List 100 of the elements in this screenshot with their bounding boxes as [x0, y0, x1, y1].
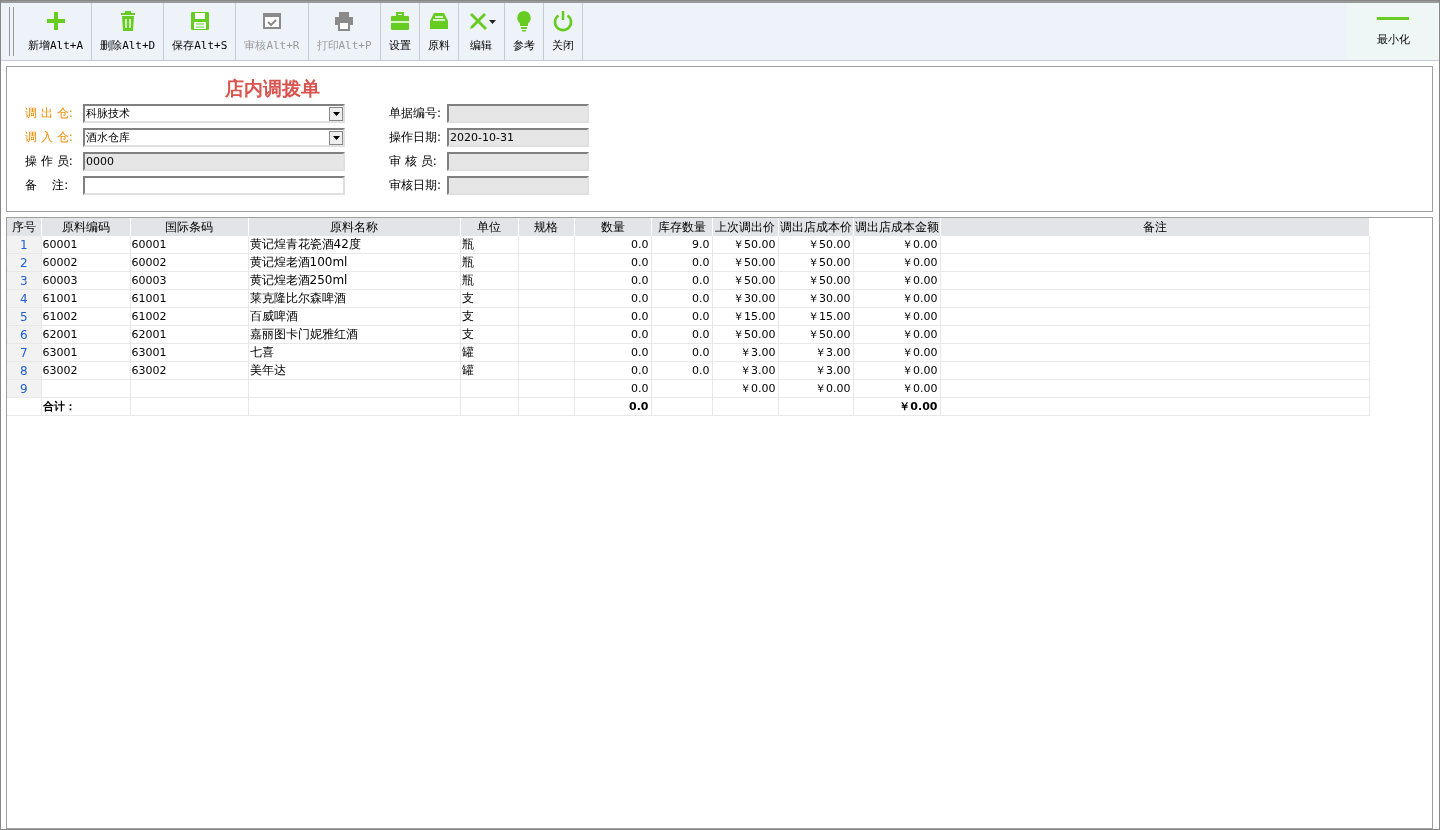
table-cell: ￥0.00: [902, 256, 938, 269]
column-header[interactable]: 调出店成本金额: [853, 218, 940, 236]
toolbar-button[interactable]: 保存Alt+S: [164, 3, 237, 60]
minimize-button[interactable]: 最小化: [1347, 3, 1439, 60]
table-cell: ￥30.00: [733, 292, 776, 305]
total-cell: ￥0.00: [899, 400, 938, 413]
column-header[interactable]: 备注: [940, 218, 1369, 236]
table-cell: 嘉丽图卡门妮雅红酒: [249, 327, 358, 341]
field-label: 审核日期:: [389, 177, 443, 194]
table-cell: 0.0: [631, 256, 649, 269]
table-cell: 七喜: [249, 345, 274, 359]
tray-icon: [427, 10, 450, 32]
power-icon: [551, 10, 574, 32]
column-header[interactable]: 规格: [518, 218, 574, 236]
table-cell: 0.0: [631, 346, 649, 359]
column-header[interactable]: 原料名称: [248, 218, 460, 236]
column-header[interactable]: 上次调出价: [712, 218, 778, 236]
table-cell: 0.0: [631, 382, 649, 395]
table-cell: 0.0: [631, 292, 649, 305]
toolbar-button[interactable]: 参考: [504, 3, 544, 60]
column-header[interactable]: 序号: [7, 218, 41, 236]
table-cell: 0.0: [631, 310, 649, 323]
table-cell: 63002: [131, 364, 167, 377]
toolbar-button[interactable]: 新增Alt+A: [20, 3, 93, 60]
toolbar-button[interactable]: 原料: [419, 3, 459, 60]
table-cell: 62001: [42, 328, 78, 341]
table-cell: 61001: [131, 292, 167, 305]
table-cell: 60002: [42, 256, 78, 269]
field-label: 操 作 员:: [25, 153, 74, 170]
dropdown-arrow-icon: [332, 111, 340, 116]
toolbar-button[interactable]: 编辑: [458, 3, 505, 60]
table-cell: 0.0: [631, 328, 649, 341]
table-cell: 60001: [42, 238, 78, 251]
table-cell: 0.0: [692, 328, 710, 341]
table-cell: 支: [461, 327, 474, 341]
table-cell: ￥15.00: [733, 310, 776, 323]
table-cell: 黄记煌青花瓷酒42度: [249, 237, 361, 251]
table-cell: 0.0: [692, 292, 710, 305]
field-label: 调 入 仓:: [25, 129, 74, 146]
row-number: 3: [19, 273, 28, 288]
table-cell: 瓶: [461, 273, 474, 287]
briefcase-icon: [388, 10, 411, 32]
table-cell: ￥0.00: [902, 328, 938, 341]
table-cell: ￥50.00: [733, 274, 776, 287]
column-header[interactable]: 国际条码: [130, 218, 248, 236]
table-cell: 62001: [131, 328, 167, 341]
field-label: 操作日期:: [389, 129, 443, 146]
table-cell: 黄记煌老酒250ml: [249, 273, 348, 287]
table-cell: ￥0.00: [902, 238, 938, 251]
table-cell: 61002: [42, 310, 78, 323]
column-header[interactable]: 库存数量: [651, 218, 712, 236]
table-cell: 0.0: [692, 364, 710, 377]
table-cell: ￥0.00: [902, 310, 938, 323]
table-cell: 60001: [131, 238, 167, 251]
table-cell: ￥0.00: [815, 382, 851, 395]
table-cell: 60002: [131, 256, 167, 269]
table-cell: ￥50.00: [733, 328, 776, 341]
table-cell: 0.0: [692, 256, 710, 269]
table-cell: ￥0.00: [902, 292, 938, 305]
table-cell: ￥0.00: [902, 382, 938, 395]
table-cell: 9.0: [692, 238, 710, 251]
column-header[interactable]: 调出店成本价: [778, 218, 853, 236]
table-cell: 0.0: [631, 238, 649, 251]
table-cell: 美年达: [249, 363, 286, 377]
column-header[interactable]: 单位: [460, 218, 518, 236]
column-header[interactable]: 数量: [574, 218, 651, 236]
table-cell: 0.0: [692, 346, 710, 359]
field-label: 调 出 仓:: [25, 105, 74, 122]
toolbar-button[interactable]: 关闭: [543, 3, 583, 60]
table-cell: 0.0: [631, 274, 649, 287]
row-number: 9: [19, 381, 28, 396]
table-cell: 0.0: [692, 274, 710, 287]
row-number: 2: [19, 255, 28, 270]
field-label: 备 注:: [25, 177, 70, 194]
table-cell: ￥3.00: [740, 364, 776, 377]
dropdown-field[interactable]: 酒水仓库: [83, 128, 345, 147]
total-label: 合计：: [42, 400, 76, 413]
table-cell: 0.0: [631, 364, 649, 377]
printer-icon: [333, 10, 356, 32]
dropdown-field[interactable]: 科脉技术: [83, 104, 345, 123]
table-cell: ￥0.00: [902, 364, 938, 377]
table-cell: 0.0: [692, 310, 710, 323]
toolbar-button[interactable]: 设置: [380, 3, 420, 60]
plus-icon: [44, 10, 67, 32]
total-cell: 0.0: [629, 400, 649, 413]
toolbar-button[interactable]: 删除Alt+D: [92, 3, 165, 60]
table-cell: ￥0.00: [902, 346, 938, 359]
row-number: 6: [19, 327, 28, 342]
table-cell: ￥50.00: [808, 238, 851, 251]
table-cell: 百威啤酒: [249, 309, 298, 323]
table-cell: 罐: [461, 363, 474, 377]
row-number: 4: [19, 291, 28, 306]
table-cell: 莱克隆比尔森啤酒: [249, 291, 346, 305]
input-field[interactable]: [83, 176, 345, 195]
caret-icon: [488, 17, 496, 25]
row-number: 1: [19, 237, 28, 252]
table-cell: 63001: [42, 346, 78, 359]
table-cell: ￥30.00: [808, 292, 851, 305]
column-header[interactable]: 原料编码: [41, 218, 130, 236]
table-cell: 60003: [131, 274, 167, 287]
